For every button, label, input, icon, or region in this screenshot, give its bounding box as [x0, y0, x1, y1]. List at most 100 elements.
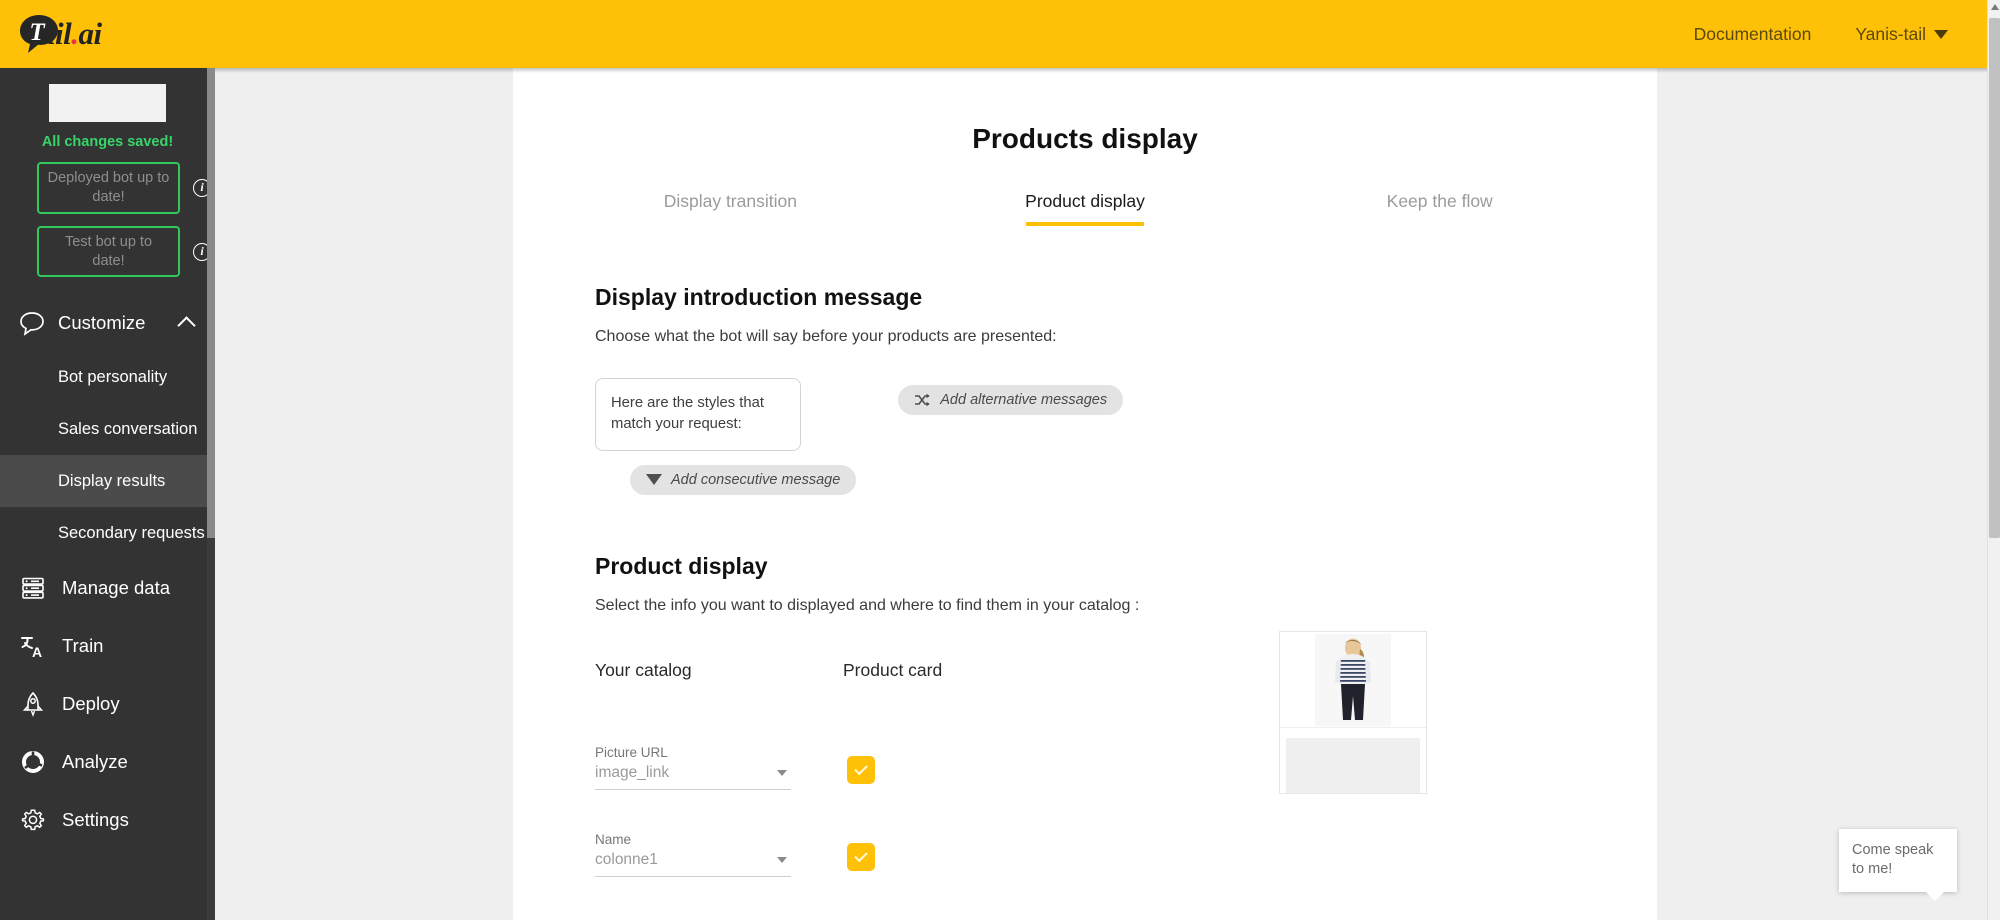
picture-url-select[interactable]: image_link: [595, 764, 791, 790]
add-alternative-label: Add alternative messages: [940, 392, 1108, 408]
columns-header: Your catalog Product card: [595, 660, 1575, 681]
logo-word-ai: ai: [78, 16, 102, 51]
chat-tooltip-text: Come speak to me!: [1852, 841, 1934, 878]
app-logo[interactable]: T ail.ai: [18, 0, 102, 68]
intro-message-row: Here are the styles that match your requ…: [595, 378, 1575, 495]
field-label: Name: [595, 831, 632, 847]
page-scrollbar-thumb[interactable]: [1989, 18, 2000, 538]
field-row: Name colonne1: [595, 790, 1575, 877]
gear-icon: [18, 805, 48, 835]
tab-label: Display transition: [663, 191, 797, 211]
database-icon: [18, 573, 48, 603]
name-toggle[interactable]: [847, 842, 875, 871]
account-label: Yanis-tail: [1855, 23, 1926, 44]
sidebar-sub-label: Secondary requests: [58, 523, 205, 542]
section-title: Product display: [595, 552, 768, 579]
sidebar-item-analyze[interactable]: Analyze: [0, 733, 215, 791]
add-consecutive-label: Add consecutive message: [671, 471, 841, 488]
name-select[interactable]: colonne1: [595, 851, 791, 877]
sidebar-item-sales-conversation[interactable]: Sales conversation: [0, 403, 215, 455]
app-root: T ail.ai Documentation Yanis-tail All ch…: [0, 0, 2000, 920]
section-title: Display introduction message: [595, 284, 923, 310]
tab-product-display[interactable]: Product display: [908, 191, 1263, 226]
scroll-up-arrow-icon[interactable]: [1991, 4, 1999, 10]
chevron-up-icon[interactable]: [177, 316, 196, 336]
tab-label: Keep the flow: [1386, 191, 1493, 211]
tab-bar: Display transition Product display Keep …: [513, 191, 1657, 226]
product-card-text-placeholder: [1286, 738, 1420, 793]
page-scrollbar[interactable]: [1987, 0, 2000, 920]
add-alternative-messages-button[interactable]: Add alternative messages: [898, 385, 1124, 415]
sidebar-scrollbar[interactable]: [207, 68, 215, 920]
check-icon: [854, 848, 868, 863]
tail-logo-icon: T: [18, 13, 60, 55]
sidebar-sub-label: Sales conversation: [58, 419, 198, 438]
bot-logo-placeholder: [49, 84, 166, 122]
sidebar-item-settings[interactable]: Settings: [0, 791, 215, 849]
field-row: Picture URL image_link: [595, 703, 1575, 790]
sidebar-sub-label: Bot personality: [58, 367, 168, 386]
donut-chart-icon: [18, 747, 48, 777]
field-label: Picture URL: [595, 744, 668, 760]
product-card-preview: [1279, 631, 1427, 794]
top-bar: T ail.ai Documentation Yanis-tail: [0, 0, 1988, 68]
page-title: Products display: [972, 123, 1198, 154]
product-card-column-header: Product card: [843, 659, 943, 680]
picture-url-toggle[interactable]: [847, 755, 875, 784]
field-value: image_link: [595, 763, 670, 781]
check-icon: [854, 761, 868, 776]
documentation-link[interactable]: Documentation: [1694, 24, 1812, 45]
intro-message-input[interactable]: Here are the styles that match your requ…: [595, 378, 801, 451]
field-row: Description: [595, 877, 1575, 920]
sidebar-item-label: Settings: [62, 809, 129, 831]
sidebar-item-label: Deploy: [62, 693, 120, 715]
chat-widget-tooltip[interactable]: Come speak to me!: [1839, 828, 1957, 902]
field-value: colonne1: [595, 850, 658, 868]
section-subtitle: Select the info you want to displayed an…: [595, 596, 1140, 614]
translate-icon: A: [18, 631, 48, 661]
chevron-down-icon: [1934, 29, 1948, 39]
save-status-label: All changes saved!: [41, 134, 174, 150]
deployed-bot-status[interactable]: Deployed bot up to date!: [37, 162, 180, 214]
tab-display-transition[interactable]: Display transition: [553, 191, 908, 226]
sidebar-item-bot-personality[interactable]: Bot personality: [0, 351, 215, 403]
sidebar-group-customize[interactable]: Customize: [0, 295, 215, 351]
svg-text:A: A: [32, 644, 42, 659]
field-mapping-list: Picture URL image_link Name colonne1: [595, 703, 1575, 920]
name-field: Name colonne1: [595, 832, 791, 877]
test-bot-status[interactable]: Test bot up to date!: [37, 225, 180, 278]
intro-message-section: Display introduction message Choose what…: [513, 284, 1657, 495]
chat-bubble-icon: [18, 309, 46, 337]
sidebar-sub-label: Display results: [58, 471, 166, 490]
sidebar-item-manage-data[interactable]: Manage data: [0, 559, 215, 617]
chevron-down-icon: [777, 856, 787, 863]
tab-label: Product display: [1025, 191, 1145, 211]
chevron-down-icon: [646, 474, 662, 486]
section-subtitle: Choose what the bot will say before your…: [595, 328, 1057, 345]
account-menu[interactable]: Yanis-tail: [1855, 24, 1948, 45]
shuffle-icon: [914, 393, 931, 407]
top-nav: Documentation Yanis-tail: [1694, 24, 1988, 45]
content-panel: Products display Display transition Prod…: [513, 68, 1657, 920]
product-card-image: [1280, 632, 1426, 728]
documentation-label: Documentation: [1693, 23, 1812, 44]
sidebar-item-secondary-requests[interactable]: Secondary requests: [0, 507, 215, 559]
catalog-column-header: Your catalog: [595, 659, 692, 680]
sidebar-scrollbar-thumb[interactable]: [207, 68, 215, 538]
deployed-status-row: Deployed bot up to date! i: [37, 162, 215, 214]
sidebar-item-label: Analyze: [62, 751, 128, 773]
add-consecutive-message-button[interactable]: Add consecutive message: [630, 464, 857, 495]
sidebar-group-label: Customize: [58, 312, 146, 334]
sidebar-item-label: Train: [62, 635, 104, 657]
product-display-section: Product display Select the info you want…: [513, 553, 1657, 920]
tab-keep-the-flow[interactable]: Keep the flow: [1262, 191, 1617, 226]
sidebar-item-deploy[interactable]: Deploy: [0, 675, 215, 733]
svg-text:T: T: [29, 19, 46, 46]
sidebar-item-train[interactable]: A Train: [0, 617, 215, 675]
sidebar-item-display-results[interactable]: Display results: [0, 455, 215, 508]
rocket-icon: [18, 689, 48, 719]
test-status-row: Test bot up to date! i: [37, 225, 215, 278]
sidebar: All changes saved! Deployed bot up to da…: [0, 68, 215, 920]
chevron-down-icon: [777, 769, 787, 776]
picture-url-field: Picture URL image_link: [595, 745, 791, 790]
